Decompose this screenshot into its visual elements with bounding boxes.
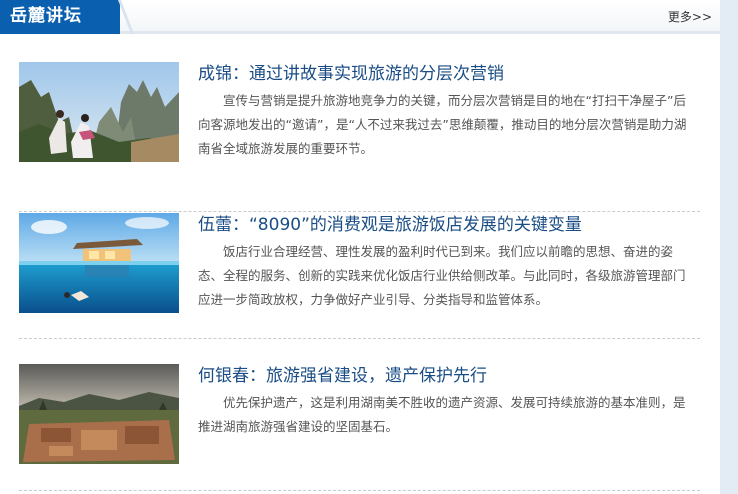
article-title[interactable]: 何银春：旅游强省建设，遗产保护先行: [198, 364, 487, 388]
more-arrows-icon: >>: [691, 10, 712, 24]
article-summary: 宣传与营销是提升旅游地竞争力的关键，而分层次营销是目的地在“打扫干净屋子”后向客…: [198, 93, 687, 156]
article-title[interactable]: 伍蕾：“8090”的消费观是旅游饭店发展的关键变量: [198, 213, 582, 237]
article-summary: 优先保护遗产，这是利用湖南美不胜收的遗产资源、发展可持续旅游的基本准则，是推进湖…: [198, 395, 686, 434]
more-label: 更多: [667, 10, 692, 24]
article-summary: 饭店行业合理经营、理性发展的盈利时代已到来。我们应以前瞻的思想、奋进的姿态、全程…: [198, 244, 686, 307]
heritage-site-icon: [19, 364, 179, 464]
article-thumbnail[interactable]: [19, 364, 179, 464]
ocean-hotel-icon: [19, 213, 179, 313]
article-thumbnail[interactable]: [19, 213, 179, 313]
section-title: 岳麓讲坛: [10, 6, 82, 26]
article-item: 伍蕾：“8090”的消费观是旅游饭店发展的关键变量 饭店行业合理经营、理性发展的…: [19, 213, 700, 339]
article-item: 成锦：通过讲故事实现旅游的分层次营销 宣传与营销是提升旅游地竞争力的关键，而分层…: [19, 62, 700, 212]
right-scroll-gutter: [720, 0, 738, 494]
article-item: 何银春：旅游强省建设，遗产保护先行 优先保护遗产，这是利用湖南美不胜收的遗产资源…: [19, 364, 700, 491]
mountain-scenery-icon: [19, 62, 179, 162]
section-header: 岳麓讲坛 更多>>: [0, 0, 720, 34]
article-thumbnail[interactable]: [19, 62, 179, 162]
article-title[interactable]: 成锦：通过讲故事实现旅游的分层次营销: [198, 62, 504, 86]
more-link[interactable]: 更多>>: [668, 10, 712, 24]
